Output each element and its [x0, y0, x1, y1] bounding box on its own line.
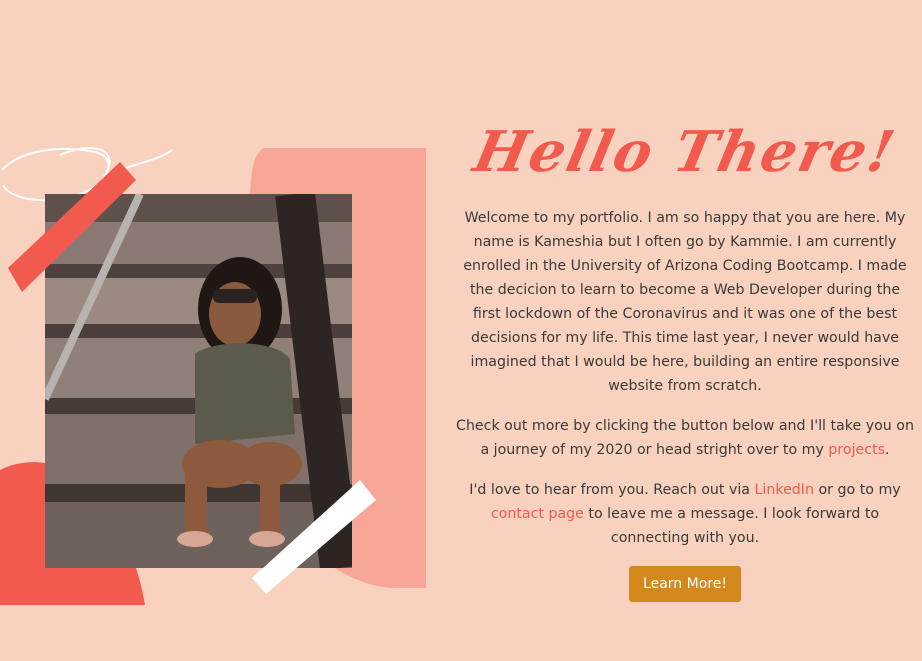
- linkedin-link[interactable]: LinkedIn: [755, 482, 814, 498]
- projects-paragraph: Check out more by clicking the button be…: [455, 414, 915, 462]
- contact-page-link[interactable]: contact page: [491, 506, 584, 522]
- contact-text: I'd love to hear from you. Reach out via: [469, 482, 755, 498]
- intro-section: Hello There! Welcome to my portfolio. I …: [455, 112, 915, 602]
- page-title: Hello There!: [468, 119, 902, 185]
- contact-middle-text: or go to my: [813, 482, 901, 498]
- intro-paragraph: Welcome to my portfolio. I am so happy t…: [463, 210, 907, 394]
- profile-photo: [45, 194, 352, 568]
- projects-link[interactable]: projects: [828, 442, 885, 458]
- contact-paragraph: I'd love to hear from you. Reach out via…: [455, 478, 915, 550]
- projects-suffix: .: [885, 442, 890, 458]
- contact-suffix-text: to leave me a message. I look forward to…: [583, 506, 880, 546]
- white-scribble-shape: [1, 146, 173, 202]
- learn-more-button[interactable]: Learn More!: [629, 566, 741, 602]
